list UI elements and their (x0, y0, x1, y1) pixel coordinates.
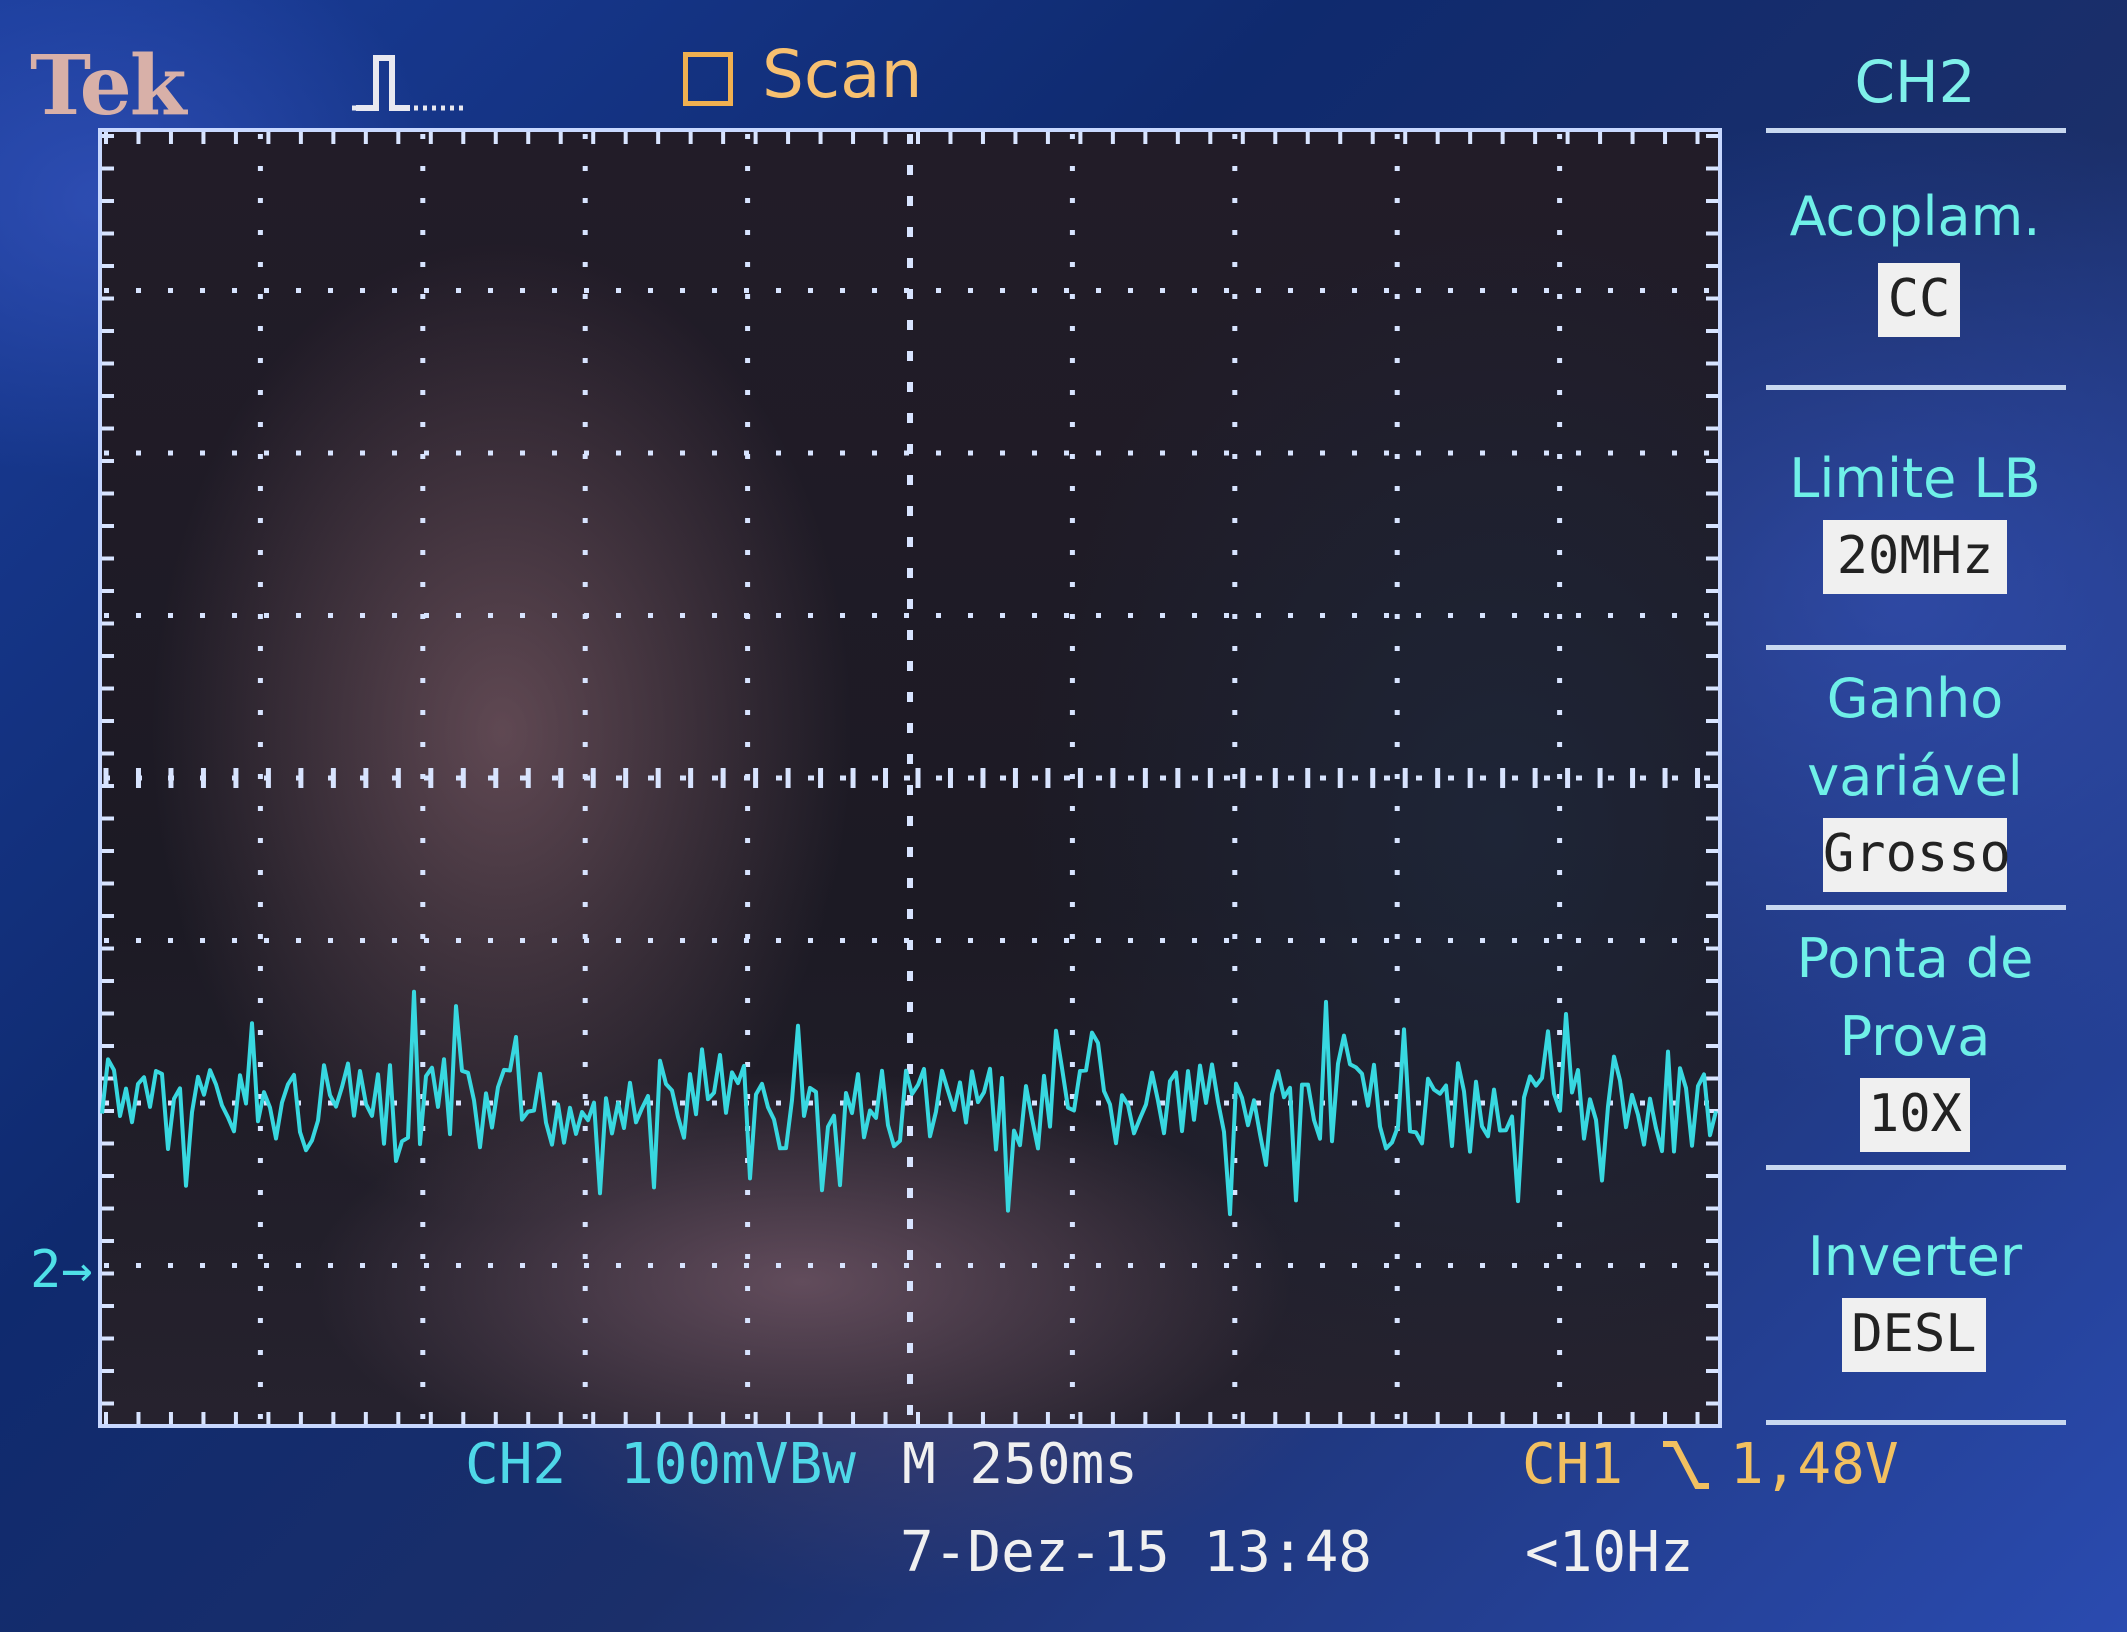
menu-item-gain-value[interactable]: Grosso (1823, 818, 2011, 892)
status-trigger-level: 1,48V (1730, 1432, 1899, 1497)
oscilloscope-screen: Tek Scan 2→ CH2 Acoplam. CC Limite LB 20… (0, 0, 2127, 1632)
status-datetime: 7-Dez-15 13:48 (900, 1520, 1373, 1585)
menu-divider (1766, 905, 2066, 910)
menu-item-invert-value[interactable]: DESL (1842, 1298, 1986, 1372)
channel-marker-label: 2 (30, 1240, 62, 1300)
status-frequency: <10Hz (1525, 1520, 1694, 1585)
menu-divider (1766, 128, 2066, 133)
menu-item-gain-label-1[interactable]: Ganho (1750, 660, 2080, 738)
status-vertical-scale: 100mVBw (620, 1432, 857, 1497)
menu-item-gain-label-2[interactable]: variável (1750, 738, 2080, 816)
menu-item-bandwidth-value[interactable]: 20MHz (1823, 520, 2007, 594)
marker-arrow-icon: → (61, 1240, 93, 1300)
run-state-indicator (683, 52, 733, 106)
menu-item-probe-label-2[interactable]: Prova (1750, 998, 2080, 1076)
menu-divider (1766, 1165, 2066, 1170)
menu-divider (1766, 1420, 2066, 1425)
menu-title: CH2 (1854, 48, 1976, 116)
waveform-display (100, 132, 1718, 1424)
menu-divider (1766, 645, 2066, 650)
channel-menu: CH2 Acoplam. CC Limite LB 20MHz Ganho va… (1750, 0, 2127, 1632)
status-trigger-source: CH1 (1522, 1432, 1624, 1497)
brand-logo: Tek (30, 38, 187, 134)
menu-item-probe-label-1[interactable]: Ponta de (1750, 920, 2080, 998)
acquisition-mode: Scan (762, 36, 923, 113)
status-timebase: M 250ms (902, 1432, 1139, 1497)
menu-item-coupling-value[interactable]: CC (1878, 263, 1960, 337)
graticule-grid (102, 132, 1718, 1424)
status-channel: CH2 (465, 1432, 567, 1497)
channel-ground-marker: 2→ (30, 1240, 93, 1300)
menu-item-invert-label[interactable]: Inverter (1750, 1218, 2080, 1296)
falling-edge-icon (1663, 1441, 1709, 1489)
menu-divider (1766, 385, 2066, 390)
pulse-trigger-icon (352, 55, 468, 111)
menu-item-probe-value[interactable]: 10X (1860, 1078, 1970, 1152)
menu-item-bandwidth-label[interactable]: Limite LB (1750, 440, 2080, 518)
menu-item-coupling-label[interactable]: Acoplam. (1750, 178, 2080, 256)
